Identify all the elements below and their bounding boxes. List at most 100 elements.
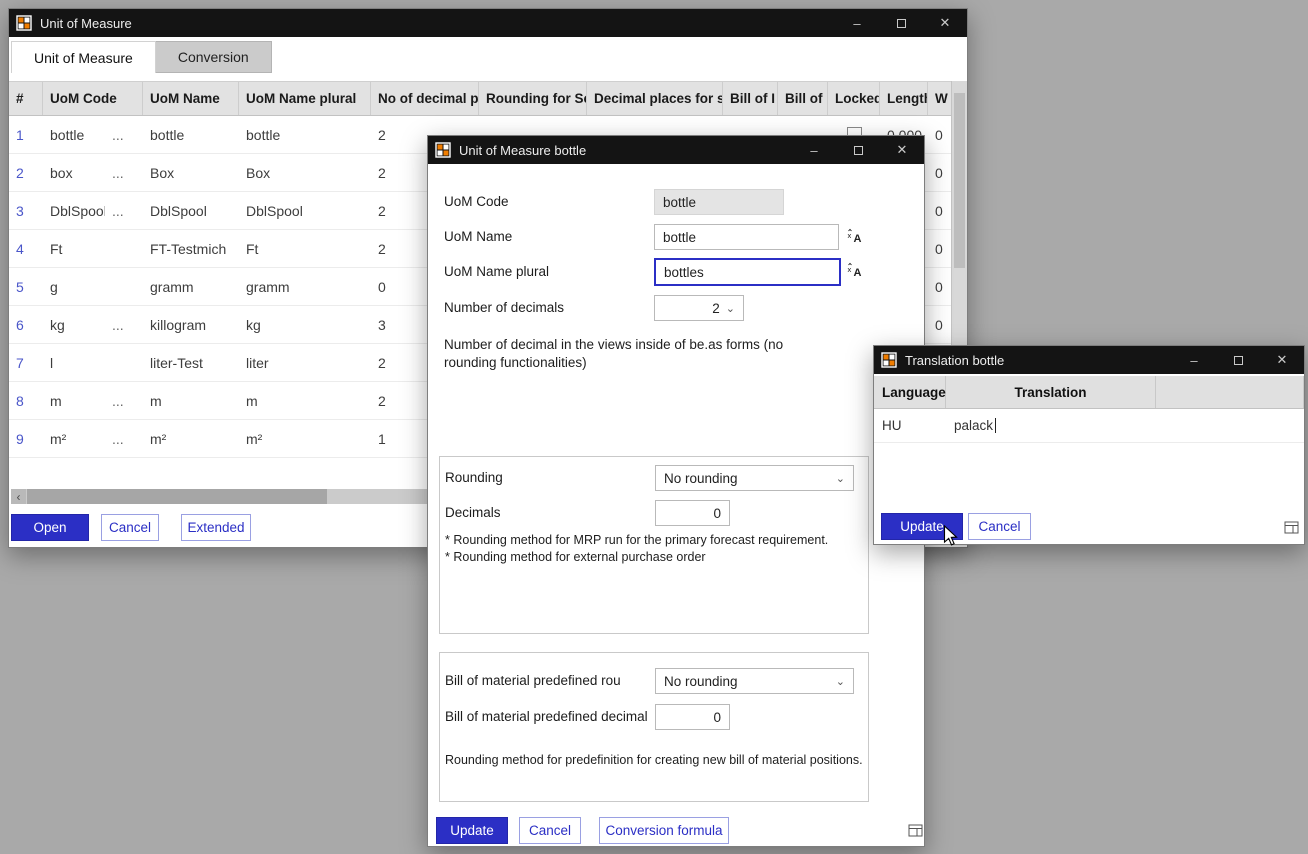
- window-title: Unit of Measure: [40, 16, 132, 31]
- col-header-language[interactable]: Language: [874, 376, 946, 408]
- uom-dialog-titlebar[interactable]: Unit of Measure bottle – ✕: [428, 136, 924, 164]
- close-icon[interactable]: ✕: [923, 9, 967, 37]
- minimize-icon[interactable]: –: [1172, 346, 1216, 374]
- uom-name-field[interactable]: bottle: [654, 224, 839, 250]
- uom-detail-dialog: Unit of Measure bottle – ✕ UoM Code bott…: [427, 135, 925, 847]
- maximize-icon[interactable]: [879, 9, 923, 37]
- col-header-num[interactable]: #: [9, 82, 43, 115]
- cell-name: Box: [143, 154, 239, 191]
- cell-row-number: 5: [9, 268, 43, 305]
- cell-name: FT-Testmich: [143, 230, 239, 267]
- uom-plural-label: UoM Name plural: [444, 264, 549, 279]
- maximize-icon[interactable]: [836, 136, 880, 164]
- close-icon[interactable]: ✕: [1260, 346, 1304, 374]
- col-header-weight[interactable]: W: [928, 82, 951, 115]
- row-more-button[interactable]: [105, 268, 143, 305]
- decimals-field[interactable]: 0: [655, 500, 730, 526]
- row-more-button[interactable]: [105, 230, 143, 267]
- cell-weight: 0: [928, 116, 951, 153]
- tab-unit-of-measure[interactable]: Unit of Measure: [11, 41, 156, 73]
- col-header-bill2[interactable]: Bill of I: [778, 82, 828, 115]
- number-of-decimals-label: Number of decimals: [444, 300, 564, 315]
- app-logo-icon: [881, 352, 897, 368]
- cell-row-number: 2: [9, 154, 43, 191]
- translate-icon[interactable]: x A: [847, 262, 863, 278]
- row-more-button[interactable]: ...: [105, 154, 143, 191]
- horizontal-scrollbar-thumb[interactable]: [27, 489, 327, 504]
- open-button[interactable]: Open: [11, 514, 89, 541]
- conversion-formula-button[interactable]: Conversion formula: [599, 817, 729, 844]
- row-more-button[interactable]: ...: [105, 420, 143, 457]
- col-header-empty: [1156, 376, 1304, 408]
- col-header-length[interactable]: Length: [880, 82, 928, 115]
- cell-name: m: [143, 382, 239, 419]
- cell-code: l: [43, 344, 105, 381]
- row-more-button[interactable]: ...: [105, 192, 143, 229]
- scroll-left-icon[interactable]: ‹: [11, 489, 26, 504]
- rounding-select[interactable]: No rounding ⌄: [655, 465, 854, 491]
- svg-text:A: A: [854, 233, 862, 244]
- form-layout-icon[interactable]: [1284, 520, 1300, 535]
- table-header-row: # UoM Code UoM Name UoM Name plural No o…: [9, 81, 951, 116]
- decimals-label: Decimals: [445, 505, 501, 520]
- update-button[interactable]: Update: [436, 817, 508, 844]
- cell-plural: m: [239, 382, 371, 419]
- cell-weight: 0: [928, 268, 951, 305]
- bom-rounding-label: Bill of material predefined rou: [445, 673, 647, 688]
- uom-plural-field[interactable]: bottles: [654, 258, 841, 286]
- col-header-bill1[interactable]: Bill of I: [723, 82, 778, 115]
- col-header-translation[interactable]: Translation: [946, 376, 1156, 408]
- cell-code: box: [43, 154, 105, 191]
- vertical-scrollbar-thumb[interactable]: [954, 93, 965, 268]
- col-header-code[interactable]: UoM Code: [43, 82, 143, 115]
- cancel-button[interactable]: Cancel: [519, 817, 581, 844]
- bom-groupbox: Bill of material predefined rou No round…: [439, 652, 869, 802]
- cell-name: liter-Test: [143, 344, 239, 381]
- row-more-button[interactable]: ...: [105, 382, 143, 419]
- cell-plural: kg: [239, 306, 371, 343]
- minimize-icon[interactable]: –: [835, 9, 879, 37]
- tab-conversion[interactable]: Conversion: [156, 41, 272, 73]
- bom-rounding-select[interactable]: No rounding ⌄: [655, 668, 854, 694]
- form-layout-icon[interactable]: [908, 823, 924, 838]
- maximize-icon[interactable]: [1216, 346, 1260, 374]
- cell-row-number: 3: [9, 192, 43, 229]
- bom-decimal-field[interactable]: 0: [655, 704, 730, 730]
- col-header-decimals[interactable]: No of decimal p: [371, 82, 479, 115]
- cell-name: killogram: [143, 306, 239, 343]
- cell-code: Ft: [43, 230, 105, 267]
- uom-code-field: bottle: [654, 189, 784, 215]
- col-header-decimal-places[interactable]: Decimal places for s: [587, 82, 723, 115]
- cell-translation-input[interactable]: palack: [946, 409, 1156, 442]
- dialog-title: Unit of Measure bottle: [459, 143, 586, 158]
- main-titlebar[interactable]: Unit of Measure – ✕: [9, 9, 967, 37]
- translation-row[interactable]: HU palack: [874, 409, 1304, 443]
- cell-name: bottle: [143, 116, 239, 153]
- svg-text:x: x: [848, 231, 852, 240]
- select-value: 2: [712, 301, 720, 316]
- minimize-icon[interactable]: –: [792, 136, 836, 164]
- col-header-rounding[interactable]: Rounding for Sc: [479, 82, 587, 115]
- chevron-down-icon: ⌄: [836, 472, 845, 485]
- select-value: No rounding: [664, 674, 738, 689]
- bom-note: Rounding method for predefinition for cr…: [445, 753, 863, 767]
- row-more-button[interactable]: ...: [105, 306, 143, 343]
- row-more-button[interactable]: ...: [105, 116, 143, 153]
- col-header-name[interactable]: UoM Name: [143, 82, 239, 115]
- cancel-button[interactable]: Cancel: [101, 514, 159, 541]
- col-header-plural[interactable]: UoM Name plural: [239, 82, 371, 115]
- extended-button[interactable]: Extended: [181, 514, 251, 541]
- rounding-groupbox: Rounding No rounding ⌄ Decimals 0 * Roun…: [439, 456, 869, 634]
- cell-code: kg: [43, 306, 105, 343]
- cell-name: m²: [143, 420, 239, 457]
- col-header-locked[interactable]: Locked: [828, 82, 880, 115]
- translation-dialog-titlebar[interactable]: Translation bottle – ✕: [874, 346, 1304, 374]
- translate-icon[interactable]: x A: [847, 228, 863, 244]
- cell-row-number: 9: [9, 420, 43, 457]
- close-icon[interactable]: ✕: [880, 136, 924, 164]
- translation-text: palack: [954, 418, 993, 433]
- cancel-button[interactable]: Cancel: [968, 513, 1031, 540]
- row-more-button[interactable]: [105, 344, 143, 381]
- number-of-decimals-select[interactable]: 2 ⌄: [654, 295, 744, 321]
- cell-code: g: [43, 268, 105, 305]
